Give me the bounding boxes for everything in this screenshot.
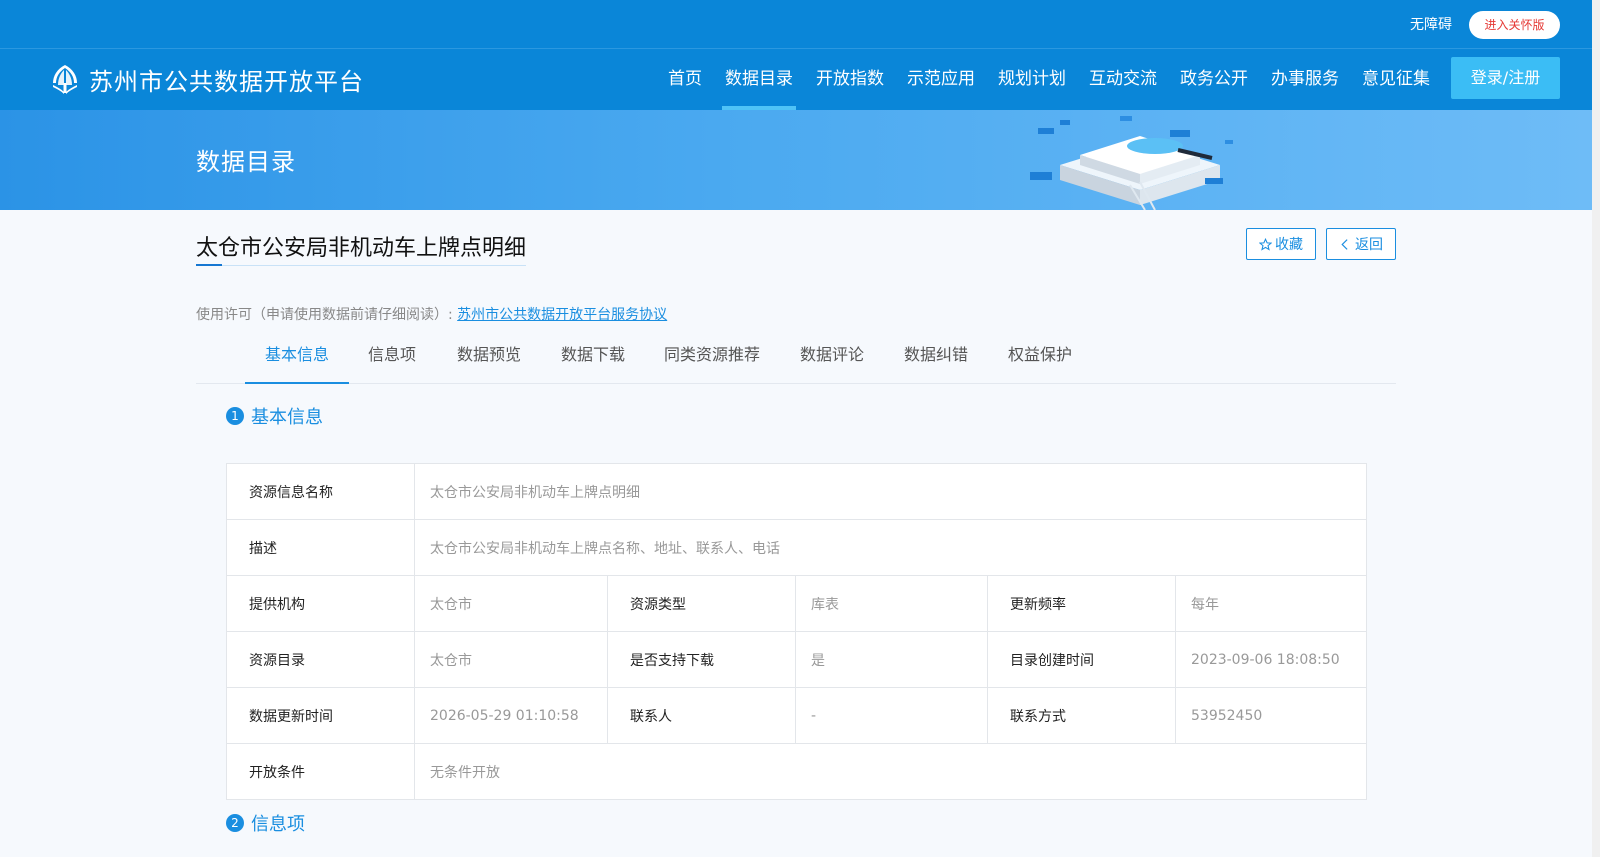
tab-similar-resources[interactable]: 同类资源推荐 (659, 334, 765, 384)
section-number: 2 (226, 814, 244, 832)
accessibility-link[interactable]: 无障碍 (1410, 14, 1452, 34)
tab-basic-info[interactable]: 基本信息 (245, 334, 349, 384)
tab-data-download[interactable]: 数据下载 (555, 334, 631, 384)
data-server-illustration (1030, 116, 1233, 210)
main-navbar: 苏州市公共数据开放平台 首页 数据目录 开放指数 示范应用 规划计划 互动交流 … (0, 49, 1592, 110)
care-mode-button[interactable]: 进入关怀版 (1469, 11, 1560, 39)
page-banner: 数据目录 (0, 110, 1592, 210)
nav-demo-apps[interactable]: 示范应用 (907, 49, 975, 110)
back-button[interactable]: 返回 (1326, 228, 1396, 260)
table-value: 太仓市公安局非机动车上牌点明细 (413, 463, 1368, 520)
table-key: 资源目录 (226, 631, 415, 688)
basic-info-table: 资源信息名称 太仓市公安局非机动车上牌点明细 描述 太仓市公安局非机动车上牌点名… (226, 463, 1368, 800)
tab-data-preview[interactable]: 数据预览 (451, 334, 527, 384)
table-value: 2023-09-06 18:08:50 (1174, 631, 1368, 688)
resource-title: 太仓市公安局非机动车上牌点明细 (196, 230, 527, 266)
section-title: 信息项 (251, 814, 305, 835)
table-value: 太仓市公安局非机动车上牌点名称、地址、联系人、电话 (413, 519, 1368, 576)
nav-data-catalog[interactable]: 数据目录 (722, 49, 796, 110)
table-value: 2026-05-29 01:10:58 (414, 687, 608, 744)
site-logo[interactable]: 苏州市公共数据开放平台 (47, 61, 364, 97)
table-value: 53952450 (1174, 687, 1368, 744)
nav-services[interactable]: 办事服务 (1271, 49, 1339, 110)
table-key: 提供机构 (226, 575, 415, 632)
section-basic-info-header: 1 基本信息 (226, 403, 323, 429)
table-key: 更新频率 (987, 575, 1176, 632)
table-key: 描述 (226, 519, 415, 576)
tree-leaf-logo-icon (53, 65, 77, 94)
tab-data-correction[interactable]: 数据纠错 (898, 334, 974, 384)
table-row: 描述 太仓市公安局非机动车上牌点名称、地址、联系人、电话 (226, 519, 1368, 576)
table-value: 太仓市 (414, 575, 608, 632)
table-row: 资源信息名称 太仓市公安局非机动车上牌点明细 (226, 463, 1368, 520)
nav-open-index[interactable]: 开放指数 (816, 49, 884, 110)
table-key: 是否支持下载 (607, 631, 796, 688)
table-key: 联系人 (607, 687, 796, 744)
section-title: 基本信息 (251, 407, 323, 428)
table-key: 资源信息名称 (226, 463, 415, 520)
banner-title: 数据目录 (196, 148, 296, 176)
nav-plans[interactable]: 规划计划 (998, 49, 1066, 110)
nav-home[interactable]: 首页 (668, 49, 702, 110)
license-label: 使用许可（申请使用数据前请仔细阅读）: (196, 307, 453, 323)
table-row: 开放条件 无条件开放 (226, 743, 1368, 800)
login-register-button[interactable]: 登录/注册 (1451, 57, 1560, 99)
nav-government-affairs[interactable]: 政务公开 (1180, 49, 1248, 110)
table-key: 资源类型 (607, 575, 796, 632)
table-value: 太仓市 (414, 631, 608, 688)
star-icon (1259, 237, 1272, 251)
section-number: 1 (226, 407, 244, 425)
detail-tabs: 基本信息 信息项 数据预览 数据下载 同类资源推荐 数据评论 数据纠错 权益保护 (196, 334, 1396, 384)
nav-feedback[interactable]: 意见征集 (1362, 49, 1430, 110)
table-row: 资源目录 太仓市 是否支持下载 是 目录创建时间 2023-09-06 18:0… (226, 631, 1368, 688)
table-value: 每年 (1174, 575, 1368, 632)
table-key: 联系方式 (987, 687, 1176, 744)
table-key: 目录创建时间 (987, 631, 1176, 688)
chevron-left-icon (1341, 238, 1348, 250)
site-name: 苏州市公共数据开放平台 (89, 67, 364, 96)
table-value: - (795, 687, 988, 744)
table-row: 提供机构 太仓市 资源类型 库表 更新频率 每年 (226, 575, 1368, 632)
tab-rights-protection[interactable]: 权益保护 (1002, 334, 1078, 384)
table-row: 数据更新时间 2026-05-29 01:10:58 联系人 - 联系方式 53… (226, 687, 1368, 744)
table-value: 库表 (795, 575, 988, 632)
table-value: 是 (795, 631, 988, 688)
top-utility-bar: 无障碍 进入关怀版 (0, 0, 1592, 49)
table-key: 数据更新时间 (226, 687, 415, 744)
favorite-label: 收藏 (1275, 237, 1303, 253)
main-nav: 首页 数据目录 开放指数 示范应用 规划计划 互动交流 政务公开 办事服务 意见… (668, 49, 1453, 110)
table-key: 开放条件 (226, 743, 415, 800)
tab-data-comments[interactable]: 数据评论 (794, 334, 870, 384)
tab-info-items[interactable]: 信息项 (361, 334, 423, 384)
back-label: 返回 (1355, 237, 1383, 253)
section-info-items-header: 2 信息项 (226, 810, 305, 836)
table-value: 无条件开放 (413, 743, 1368, 800)
favorite-button[interactable]: 收藏 (1246, 228, 1316, 260)
usage-license: 使用许可（申请使用数据前请仔细阅读）: 苏州市公共数据开放平台服务协议 (196, 304, 667, 324)
nav-interaction[interactable]: 互动交流 (1089, 49, 1157, 110)
page-scrollbar[interactable] (1592, 0, 1600, 857)
license-agreement-link[interactable]: 苏州市公共数据开放平台服务协议 (457, 307, 667, 323)
